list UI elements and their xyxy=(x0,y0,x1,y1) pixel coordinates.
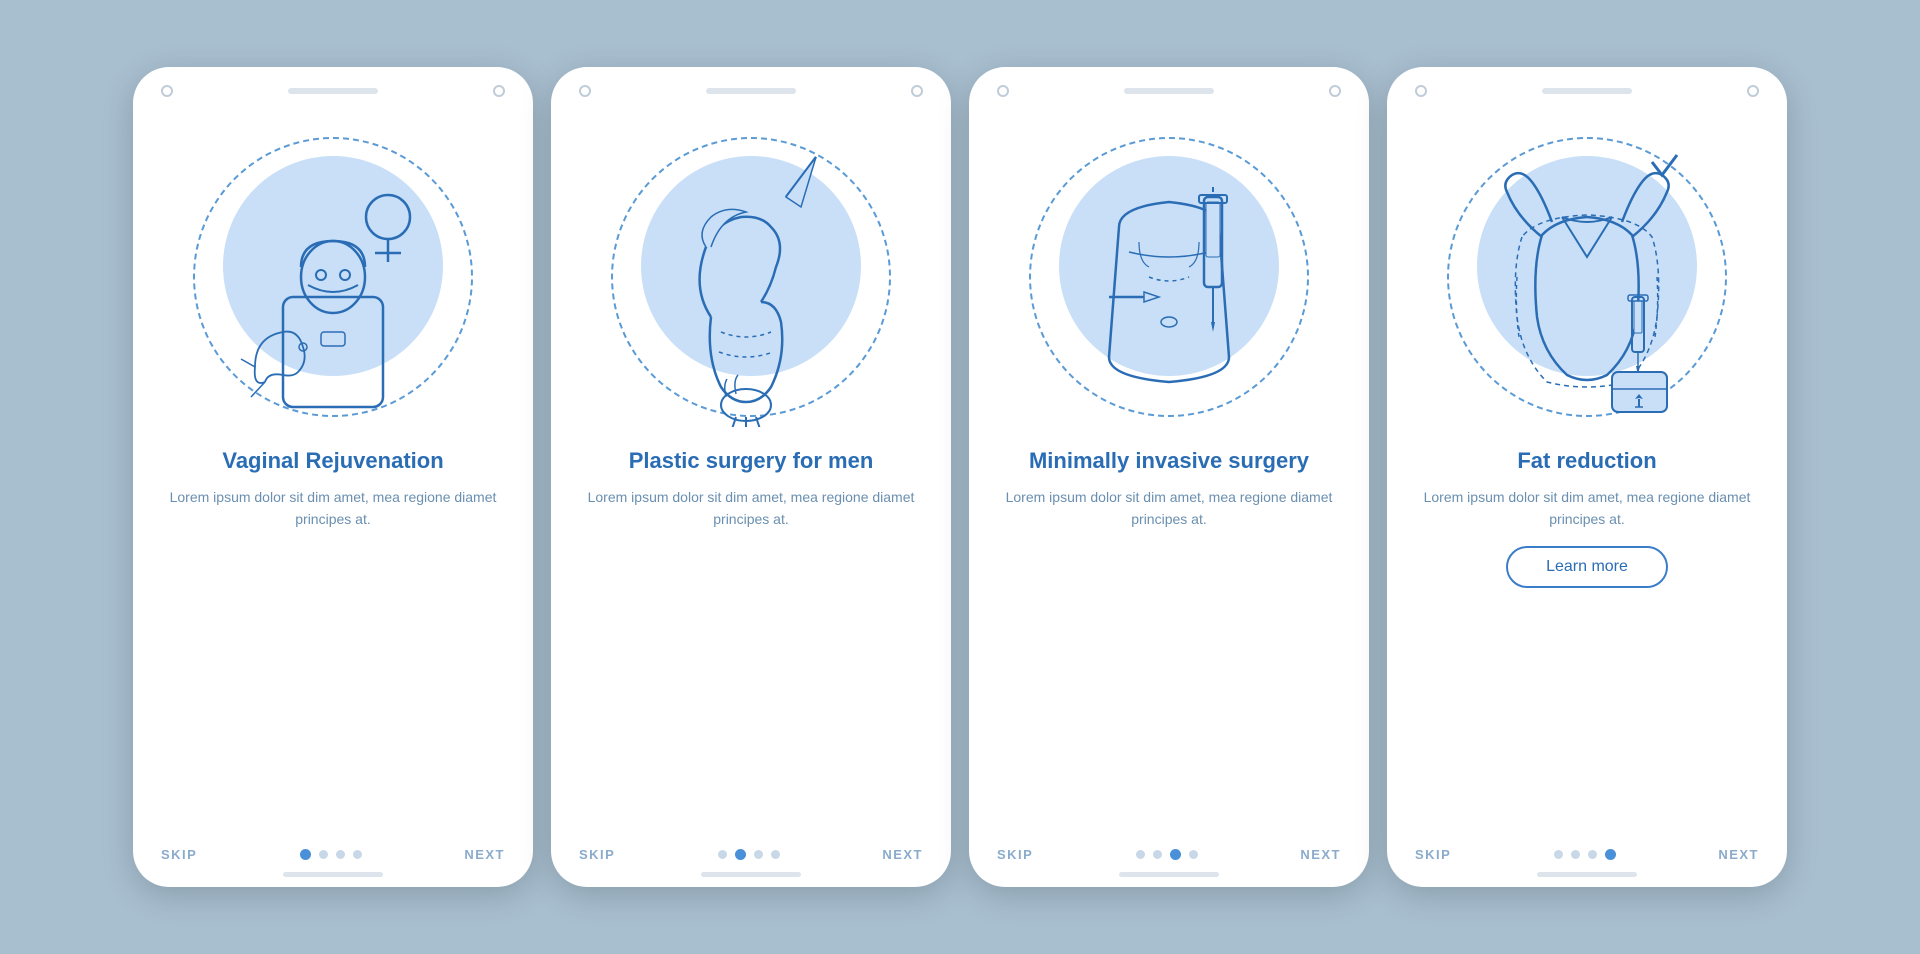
skip-button-3[interactable]: SKIP xyxy=(997,847,1033,862)
phone-speaker-4 xyxy=(1542,88,1632,94)
dot-1-1 xyxy=(300,849,311,860)
phone-top-bar-1 xyxy=(133,67,533,107)
dot-4-1 xyxy=(1554,850,1563,859)
phone-icon-right-3 xyxy=(1329,85,1341,97)
phones-container: Vaginal Rejuvenation Lorem ipsum dolor s… xyxy=(93,27,1827,927)
phone-card-1: Vaginal Rejuvenation Lorem ipsum dolor s… xyxy=(133,67,533,887)
svg-minimally-invasive xyxy=(1049,137,1289,427)
card-title-2: Plastic surgery for men xyxy=(629,447,874,476)
next-button-2[interactable]: NEXT xyxy=(882,847,923,862)
skip-button-2[interactable]: SKIP xyxy=(579,847,615,862)
phone-camera-2 xyxy=(579,85,591,97)
phone-content-4: Fat reduction Lorem ipsum dolor sit dim … xyxy=(1387,447,1787,841)
svg-vaginal-rejuvenation xyxy=(213,137,453,427)
phone-content-1: Vaginal Rejuvenation Lorem ipsum dolor s… xyxy=(133,447,533,841)
skip-button-1[interactable]: SKIP xyxy=(161,847,197,862)
phone-card-3: Minimally invasive surgery Lorem ipsum d… xyxy=(969,67,1369,887)
illustration-3 xyxy=(969,107,1369,447)
dot-1-4 xyxy=(353,850,362,859)
dot-4-3 xyxy=(1588,850,1597,859)
next-button-4[interactable]: NEXT xyxy=(1718,847,1759,862)
phone-top-bar-2 xyxy=(551,67,951,107)
dot-3-1 xyxy=(1136,850,1145,859)
illustration-4 xyxy=(1387,107,1787,447)
home-bar-4 xyxy=(1537,872,1637,877)
card-desc-1: Lorem ipsum dolor sit dim amet, mea regi… xyxy=(165,486,501,531)
illustration-1 xyxy=(133,107,533,447)
dot-2-1 xyxy=(718,850,727,859)
card-desc-2: Lorem ipsum dolor sit dim amet, mea regi… xyxy=(583,486,919,531)
phone-card-4: Fat reduction Lorem ipsum dolor sit dim … xyxy=(1387,67,1787,887)
dots-1 xyxy=(300,849,362,860)
phone-camera-3 xyxy=(997,85,1009,97)
phone-icon-right-4 xyxy=(1747,85,1759,97)
home-bar-2 xyxy=(701,872,801,877)
dot-3-2 xyxy=(1153,850,1162,859)
card-title-4: Fat reduction xyxy=(1517,447,1656,476)
skip-button-4[interactable]: SKIP xyxy=(1415,847,1451,862)
phone-nav-1: SKIP NEXT xyxy=(133,841,533,872)
phone-nav-3: SKIP NEXT xyxy=(969,841,1369,872)
card-desc-4: Lorem ipsum dolor sit dim amet, mea regi… xyxy=(1419,486,1755,531)
card-title-3: Minimally invasive surgery xyxy=(1029,447,1309,476)
dot-2-2 xyxy=(735,849,746,860)
phone-speaker-1 xyxy=(288,88,378,94)
next-button-1[interactable]: NEXT xyxy=(464,847,505,862)
next-button-3[interactable]: NEXT xyxy=(1300,847,1341,862)
phone-nav-2: SKIP NEXT xyxy=(551,841,951,872)
phone-content-3: Minimally invasive surgery Lorem ipsum d… xyxy=(969,447,1369,841)
dots-2 xyxy=(718,849,780,860)
phone-card-2: Plastic surgery for men Lorem ipsum dolo… xyxy=(551,67,951,887)
phone-camera-1 xyxy=(161,85,173,97)
phone-top-bar-3 xyxy=(969,67,1369,107)
phone-speaker-3 xyxy=(1124,88,1214,94)
home-bar-1 xyxy=(283,872,383,877)
dot-2-4 xyxy=(771,850,780,859)
phone-icon-right-2 xyxy=(911,85,923,97)
svg-plastic-surgery xyxy=(631,137,871,427)
dot-3-3 xyxy=(1170,849,1181,860)
card-desc-3: Lorem ipsum dolor sit dim amet, mea regi… xyxy=(1001,486,1337,531)
dot-4-2 xyxy=(1571,850,1580,859)
svg-fat-reduction xyxy=(1467,137,1707,427)
dot-4-4 xyxy=(1605,849,1616,860)
phone-top-bar-4 xyxy=(1387,67,1787,107)
phone-icon-right-1 xyxy=(493,85,505,97)
dot-1-2 xyxy=(319,850,328,859)
dot-3-4 xyxy=(1189,850,1198,859)
dot-2-3 xyxy=(754,850,763,859)
phone-speaker-2 xyxy=(706,88,796,94)
card-title-1: Vaginal Rejuvenation xyxy=(222,447,443,476)
learn-more-button[interactable]: Learn more xyxy=(1506,546,1668,588)
home-bar-3 xyxy=(1119,872,1219,877)
dots-4 xyxy=(1554,849,1616,860)
illustration-2 xyxy=(551,107,951,447)
dots-3 xyxy=(1136,849,1198,860)
phone-content-2: Plastic surgery for men Lorem ipsum dolo… xyxy=(551,447,951,841)
phone-nav-4: SKIP NEXT xyxy=(1387,841,1787,872)
phone-camera-4 xyxy=(1415,85,1427,97)
dot-1-3 xyxy=(336,850,345,859)
